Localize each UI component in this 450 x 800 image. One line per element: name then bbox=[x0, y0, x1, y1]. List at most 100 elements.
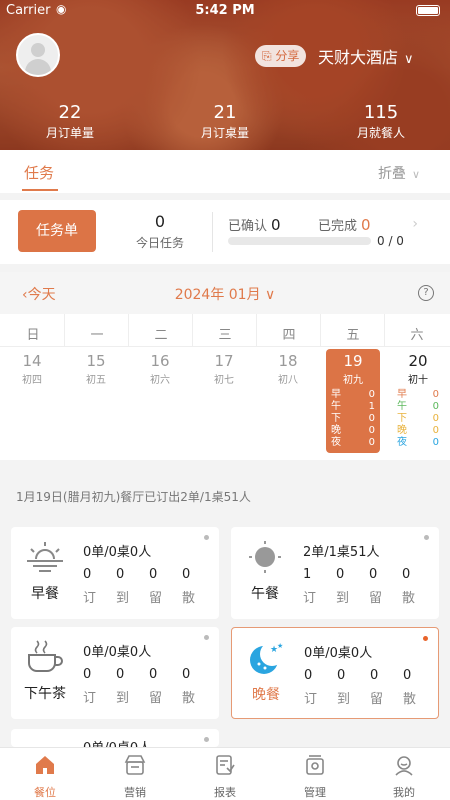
meal-name: 早餐 bbox=[31, 586, 59, 602]
meal-card-lunch[interactable]: 午餐 2单/1桌51人 1 0 0 0 订 到 留 散 bbox=[231, 527, 439, 619]
grid-line bbox=[256, 314, 257, 346]
meal-value: 0 bbox=[368, 425, 375, 436]
meal-count-row: 夜0 bbox=[331, 437, 375, 449]
count-value: 0 bbox=[337, 668, 346, 683]
chevron-down-icon: ∨ bbox=[265, 287, 276, 303]
count-value: 0 bbox=[182, 667, 191, 682]
completed-value: 0 bbox=[361, 216, 371, 234]
manage-icon bbox=[306, 755, 324, 775]
status-dot bbox=[424, 535, 429, 540]
calendar-day[interactable]: 18 初八 bbox=[261, 352, 315, 386]
summary-text: 1月19日(腊月初九)餐厅已订出2单/1桌51人 bbox=[16, 490, 251, 504]
divider bbox=[0, 346, 450, 347]
hotel-name: 天财大酒店 bbox=[318, 48, 399, 67]
meal-key: 晚 bbox=[397, 425, 407, 436]
status-bar: Carrier ◉ 5:42 PM bbox=[0, 0, 450, 22]
month-selector[interactable]: 2024年 01月 ∨ bbox=[0, 284, 450, 304]
meal-count-row: 早0 bbox=[397, 389, 439, 401]
today-tasks: 0 今日任务 bbox=[120, 212, 200, 251]
count-label: 到 bbox=[337, 692, 351, 707]
status-dot bbox=[204, 635, 209, 640]
tab-label: 我的 bbox=[393, 786, 415, 799]
meal-value: 0 bbox=[432, 413, 439, 424]
meal-value: 0 bbox=[432, 389, 439, 400]
tab-label: 餐位 bbox=[34, 786, 56, 799]
meal-count-row: 晚0 bbox=[397, 425, 439, 437]
count-label: 到 bbox=[116, 691, 130, 706]
calendar-day-selected[interactable]: 19 初九 早0 午1 下0 晚0 夜0 bbox=[326, 349, 380, 453]
meal-key: 夜 bbox=[331, 437, 341, 448]
count-label: 散 bbox=[182, 691, 196, 706]
fold-button[interactable]: 折叠 ∨ bbox=[378, 163, 420, 183]
grid-line bbox=[192, 314, 193, 346]
meal-count-row: 下0 bbox=[397, 413, 439, 425]
meal-card-late-night[interactable]: 0单/0桌0人 bbox=[11, 729, 219, 747]
count-value: 0 bbox=[116, 567, 125, 582]
calendar-header: ‹今天 2024年 01月 ∨ ? bbox=[0, 272, 450, 314]
weekday-label: 日 bbox=[26, 328, 40, 343]
day-number: 18 bbox=[278, 352, 298, 370]
count-value: 0 bbox=[149, 667, 158, 682]
confirmed-label: 已确认 bbox=[228, 219, 268, 234]
lunar-date: 初九 bbox=[343, 375, 363, 386]
task-tab-bar: 任务 折叠 ∨ bbox=[0, 150, 450, 193]
lunar-date: 初七 bbox=[214, 375, 234, 386]
tea-cup-icon bbox=[28, 640, 63, 672]
weekday-label: 五 bbox=[346, 328, 360, 343]
avatar[interactable] bbox=[16, 33, 60, 77]
store-icon bbox=[124, 755, 146, 775]
chevron-right-icon[interactable]: › bbox=[412, 216, 418, 232]
meal-value: 0 bbox=[368, 413, 375, 424]
chevron-down-icon: ∨ bbox=[404, 52, 414, 67]
tab-seating[interactable]: 餐位 bbox=[10, 754, 80, 800]
svg-text:★: ★ bbox=[277, 642, 283, 650]
weekday-label: 四 bbox=[282, 328, 296, 343]
count-label: 留 bbox=[149, 591, 163, 606]
status-time: 5:42 PM bbox=[195, 3, 255, 18]
count-label: 订 bbox=[303, 591, 317, 606]
day-meal-counts: 早0 午1 下0 晚0 夜0 bbox=[326, 389, 380, 449]
tab-management[interactable]: 管理 bbox=[280, 754, 350, 800]
count-label: 到 bbox=[116, 591, 130, 606]
meal-card-afternoon-tea[interactable]: 下午茶 0单/0桌0人 0 0 0 0 订 到 留 散 bbox=[11, 627, 219, 719]
calendar-day[interactable]: 17 初七 bbox=[197, 352, 251, 386]
tab-reports[interactable]: 报表 bbox=[190, 754, 260, 800]
booking-summary: 1月19日(腊月初九)餐厅已订出2单/1桌51人 bbox=[0, 462, 450, 514]
day-number: 14 bbox=[22, 352, 42, 370]
calendar-day[interactable]: 20 初十 早0 午0 下0 晚0 夜0 bbox=[391, 352, 445, 449]
status-dot bbox=[423, 636, 428, 641]
meal-card-dinner[interactable]: ★ ★ 晚餐 0单/0桌0人 0 0 0 0 订 到 留 散 bbox=[231, 627, 439, 719]
calendar-day[interactable]: 16 初六 bbox=[133, 352, 187, 386]
tab-tasks[interactable]: 任务 bbox=[24, 162, 54, 183]
task-list-button[interactable]: 任务单 bbox=[18, 210, 96, 252]
count-value: 0 bbox=[403, 668, 412, 683]
task-progress-text: 0 / 0 bbox=[377, 234, 404, 248]
meal-card-breakfast[interactable]: 早餐 0单/0桌0人 0 0 0 0 订 到 留 散 bbox=[11, 527, 219, 619]
meal-value: 0 bbox=[432, 437, 439, 448]
sunrise-icon bbox=[27, 542, 63, 573]
count-label: 留 bbox=[149, 691, 163, 706]
meal-key: 夜 bbox=[397, 437, 407, 448]
help-icon[interactable]: ? bbox=[418, 285, 434, 301]
tab-marketing[interactable]: 营销 bbox=[100, 754, 170, 800]
meal-key: 早 bbox=[331, 389, 341, 400]
share-label: 分享 bbox=[275, 49, 300, 63]
divider bbox=[212, 212, 213, 252]
sun-icon bbox=[249, 541, 281, 573]
battery-icon bbox=[416, 5, 440, 16]
count-value: 0 bbox=[304, 668, 313, 683]
hotel-selector[interactable]: 天财大酒店 ∨ bbox=[318, 44, 414, 68]
weekday-label: 一 bbox=[90, 328, 104, 343]
calendar-day[interactable]: 15 初五 bbox=[69, 352, 123, 386]
share-button[interactable]: ⎘ 分享 bbox=[255, 45, 307, 67]
meal-count-row: 下0 bbox=[331, 413, 375, 425]
meal-key: 下 bbox=[331, 413, 341, 424]
grid-line bbox=[64, 314, 65, 346]
stat-value: 115 bbox=[363, 102, 399, 123]
tab-profile[interactable]: 我的 bbox=[369, 754, 439, 800]
calendar-day[interactable]: 14 初四 bbox=[5, 352, 59, 386]
count-label: 留 bbox=[370, 692, 384, 707]
count-value: 0 bbox=[402, 567, 411, 582]
lunar-date: 初十 bbox=[408, 375, 428, 386]
count-value: 1 bbox=[303, 567, 312, 582]
